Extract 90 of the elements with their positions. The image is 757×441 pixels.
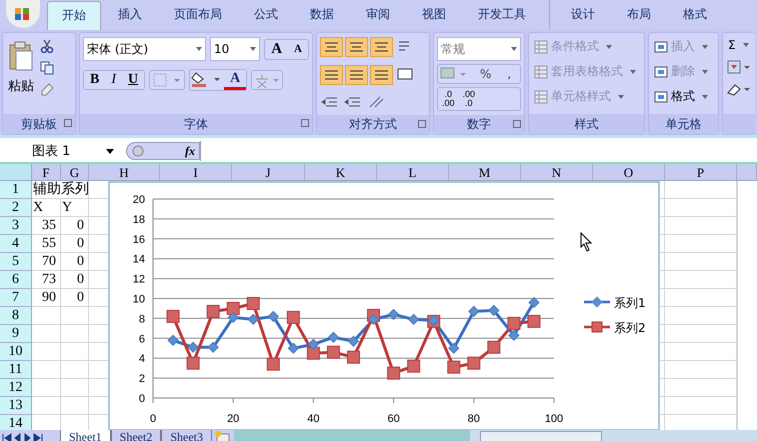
- column-header[interactable]: G: [61, 164, 89, 181]
- column-header[interactable]: H: [89, 164, 160, 181]
- row-header[interactable]: 3: [0, 217, 32, 235]
- group-label: 单元格: [666, 116, 702, 132]
- row-header[interactable]: 1: [0, 181, 32, 199]
- cell-text: 35: [42, 217, 56, 235]
- y-tick-label: 6: [138, 333, 145, 346]
- ribbon-tab[interactable]: 格式: [668, 0, 722, 30]
- cell-text: Y: [62, 199, 72, 217]
- x-tick-label: 60: [387, 413, 400, 425]
- shrink-font-button[interactable]: A: [288, 40, 308, 58]
- column-header[interactable]: P: [665, 164, 737, 181]
- group-label: 样式: [574, 116, 598, 132]
- column-header[interactable]: J: [232, 164, 305, 181]
- column-header[interactable]: O: [593, 164, 665, 181]
- column-header[interactable]: L: [377, 164, 449, 181]
- y-tick-label: 18: [132, 214, 145, 226]
- cell-text: 0: [77, 289, 84, 307]
- row-header[interactable]: 12: [0, 379, 32, 397]
- row-header[interactable]: 2: [0, 199, 32, 217]
- cell-text: 90: [42, 289, 56, 307]
- y-tick-label: 10: [132, 294, 145, 306]
- x-tick-label: 80: [468, 413, 480, 425]
- cell-text: X: [33, 199, 44, 217]
- cell-text: 70: [42, 253, 56, 271]
- row-header[interactable]: 13: [0, 397, 32, 415]
- cells-menu-button[interactable]: 格式: [652, 87, 715, 106]
- ribbon-tab[interactable]: 设计: [556, 0, 610, 30]
- bold-button[interactable]: B: [84, 71, 106, 89]
- cell-text: 0: [77, 235, 84, 253]
- font-name-dropdown[interactable]: 宋体 (正文): [83, 37, 206, 61]
- y-tick-label: 20: [132, 194, 145, 206]
- autosum-button[interactable]: Σ: [726, 37, 752, 53]
- cell-text: 0: [77, 253, 84, 271]
- ribbon-tab[interactable]: 页面布局: [159, 0, 237, 30]
- row-header[interactable]: 14: [0, 415, 32, 430]
- cell-text: 辅助系列: [33, 181, 89, 199]
- name-box[interactable]: 图表 1: [0, 142, 114, 160]
- legend-label: 系列1: [614, 296, 646, 310]
- ribbon-tab[interactable]: 公式: [239, 0, 293, 30]
- ribbon-tab[interactable]: 插入: [103, 0, 157, 30]
- column-header[interactable]: M: [449, 164, 521, 181]
- cell-text: 55: [42, 235, 56, 253]
- ribbon-tab[interactable]: 布局: [612, 0, 666, 30]
- group-label: 剪贴板: [21, 116, 57, 132]
- ribbon-tab[interactable]: 数据: [295, 0, 349, 30]
- ribbon-tab[interactable]: 开始: [47, 1, 101, 30]
- cell-text: 0: [77, 217, 84, 235]
- cell-text: 0: [77, 271, 84, 289]
- ribbon-tab[interactable]: 审阅: [351, 0, 405, 30]
- y-tick-label: 12: [132, 274, 145, 286]
- x-tick-label: 20: [227, 413, 240, 425]
- group-label: 字体: [184, 116, 208, 132]
- ribbon-tab[interactable]: 开发工具: [463, 0, 541, 30]
- column-header[interactable]: F: [32, 164, 61, 181]
- column-header[interactable]: I: [160, 164, 232, 181]
- y-tick-label: 14: [132, 254, 145, 266]
- grow-font-button[interactable]: A: [265, 40, 288, 58]
- y-tick-label: 2: [138, 373, 145, 386]
- paste-button[interactable]: 粘贴: [6, 37, 36, 110]
- font-size-dropdown[interactable]: 10: [210, 37, 260, 61]
- cell-text: 73: [42, 271, 56, 289]
- column-header[interactable]: N: [521, 164, 593, 181]
- x-tick-label: 40: [307, 413, 320, 425]
- row-header[interactable]: 10: [0, 343, 32, 361]
- group-label: 数字: [467, 116, 491, 133]
- sheet-tab[interactable]: Sheet1: [60, 430, 111, 441]
- row-header[interactable]: 5: [0, 253, 32, 271]
- y-tick-label: 4: [138, 353, 145, 366]
- underline-button[interactable]: U: [122, 71, 144, 89]
- group-label: 对齐方式: [349, 116, 397, 133]
- sheet-tab[interactable]: Sheet3: [161, 430, 212, 441]
- row-header[interactable]: 7: [0, 289, 32, 307]
- x-tick-label: 0: [150, 413, 156, 425]
- row-header[interactable]: 8: [0, 307, 32, 325]
- row-header[interactable]: 9: [0, 325, 32, 343]
- row-header[interactable]: 4: [0, 235, 32, 253]
- column-header[interactable]: K: [305, 164, 377, 181]
- italic-button[interactable]: I: [105, 71, 122, 89]
- row-header[interactable]: 11: [0, 361, 32, 379]
- x-tick-label: 100: [544, 413, 564, 425]
- ribbon-tab[interactable]: 视图: [407, 0, 461, 30]
- y-tick-label: 16: [132, 234, 145, 246]
- chart-area[interactable]: 0 2 4 6 8 10 12 14 16 18 20 0 20 40 60 80 100 系列1 系列2: [108, 181, 660, 430]
- y-tick-label: 0: [138, 393, 145, 405]
- sheet-tab[interactable]: Sheet2: [110, 430, 162, 441]
- legend-label: 系列2: [614, 321, 646, 335]
- y-tick-label: 8: [138, 313, 145, 326]
- function-button[interactable]: fx: [185, 144, 195, 158]
- row-header[interactable]: 6: [0, 271, 32, 289]
